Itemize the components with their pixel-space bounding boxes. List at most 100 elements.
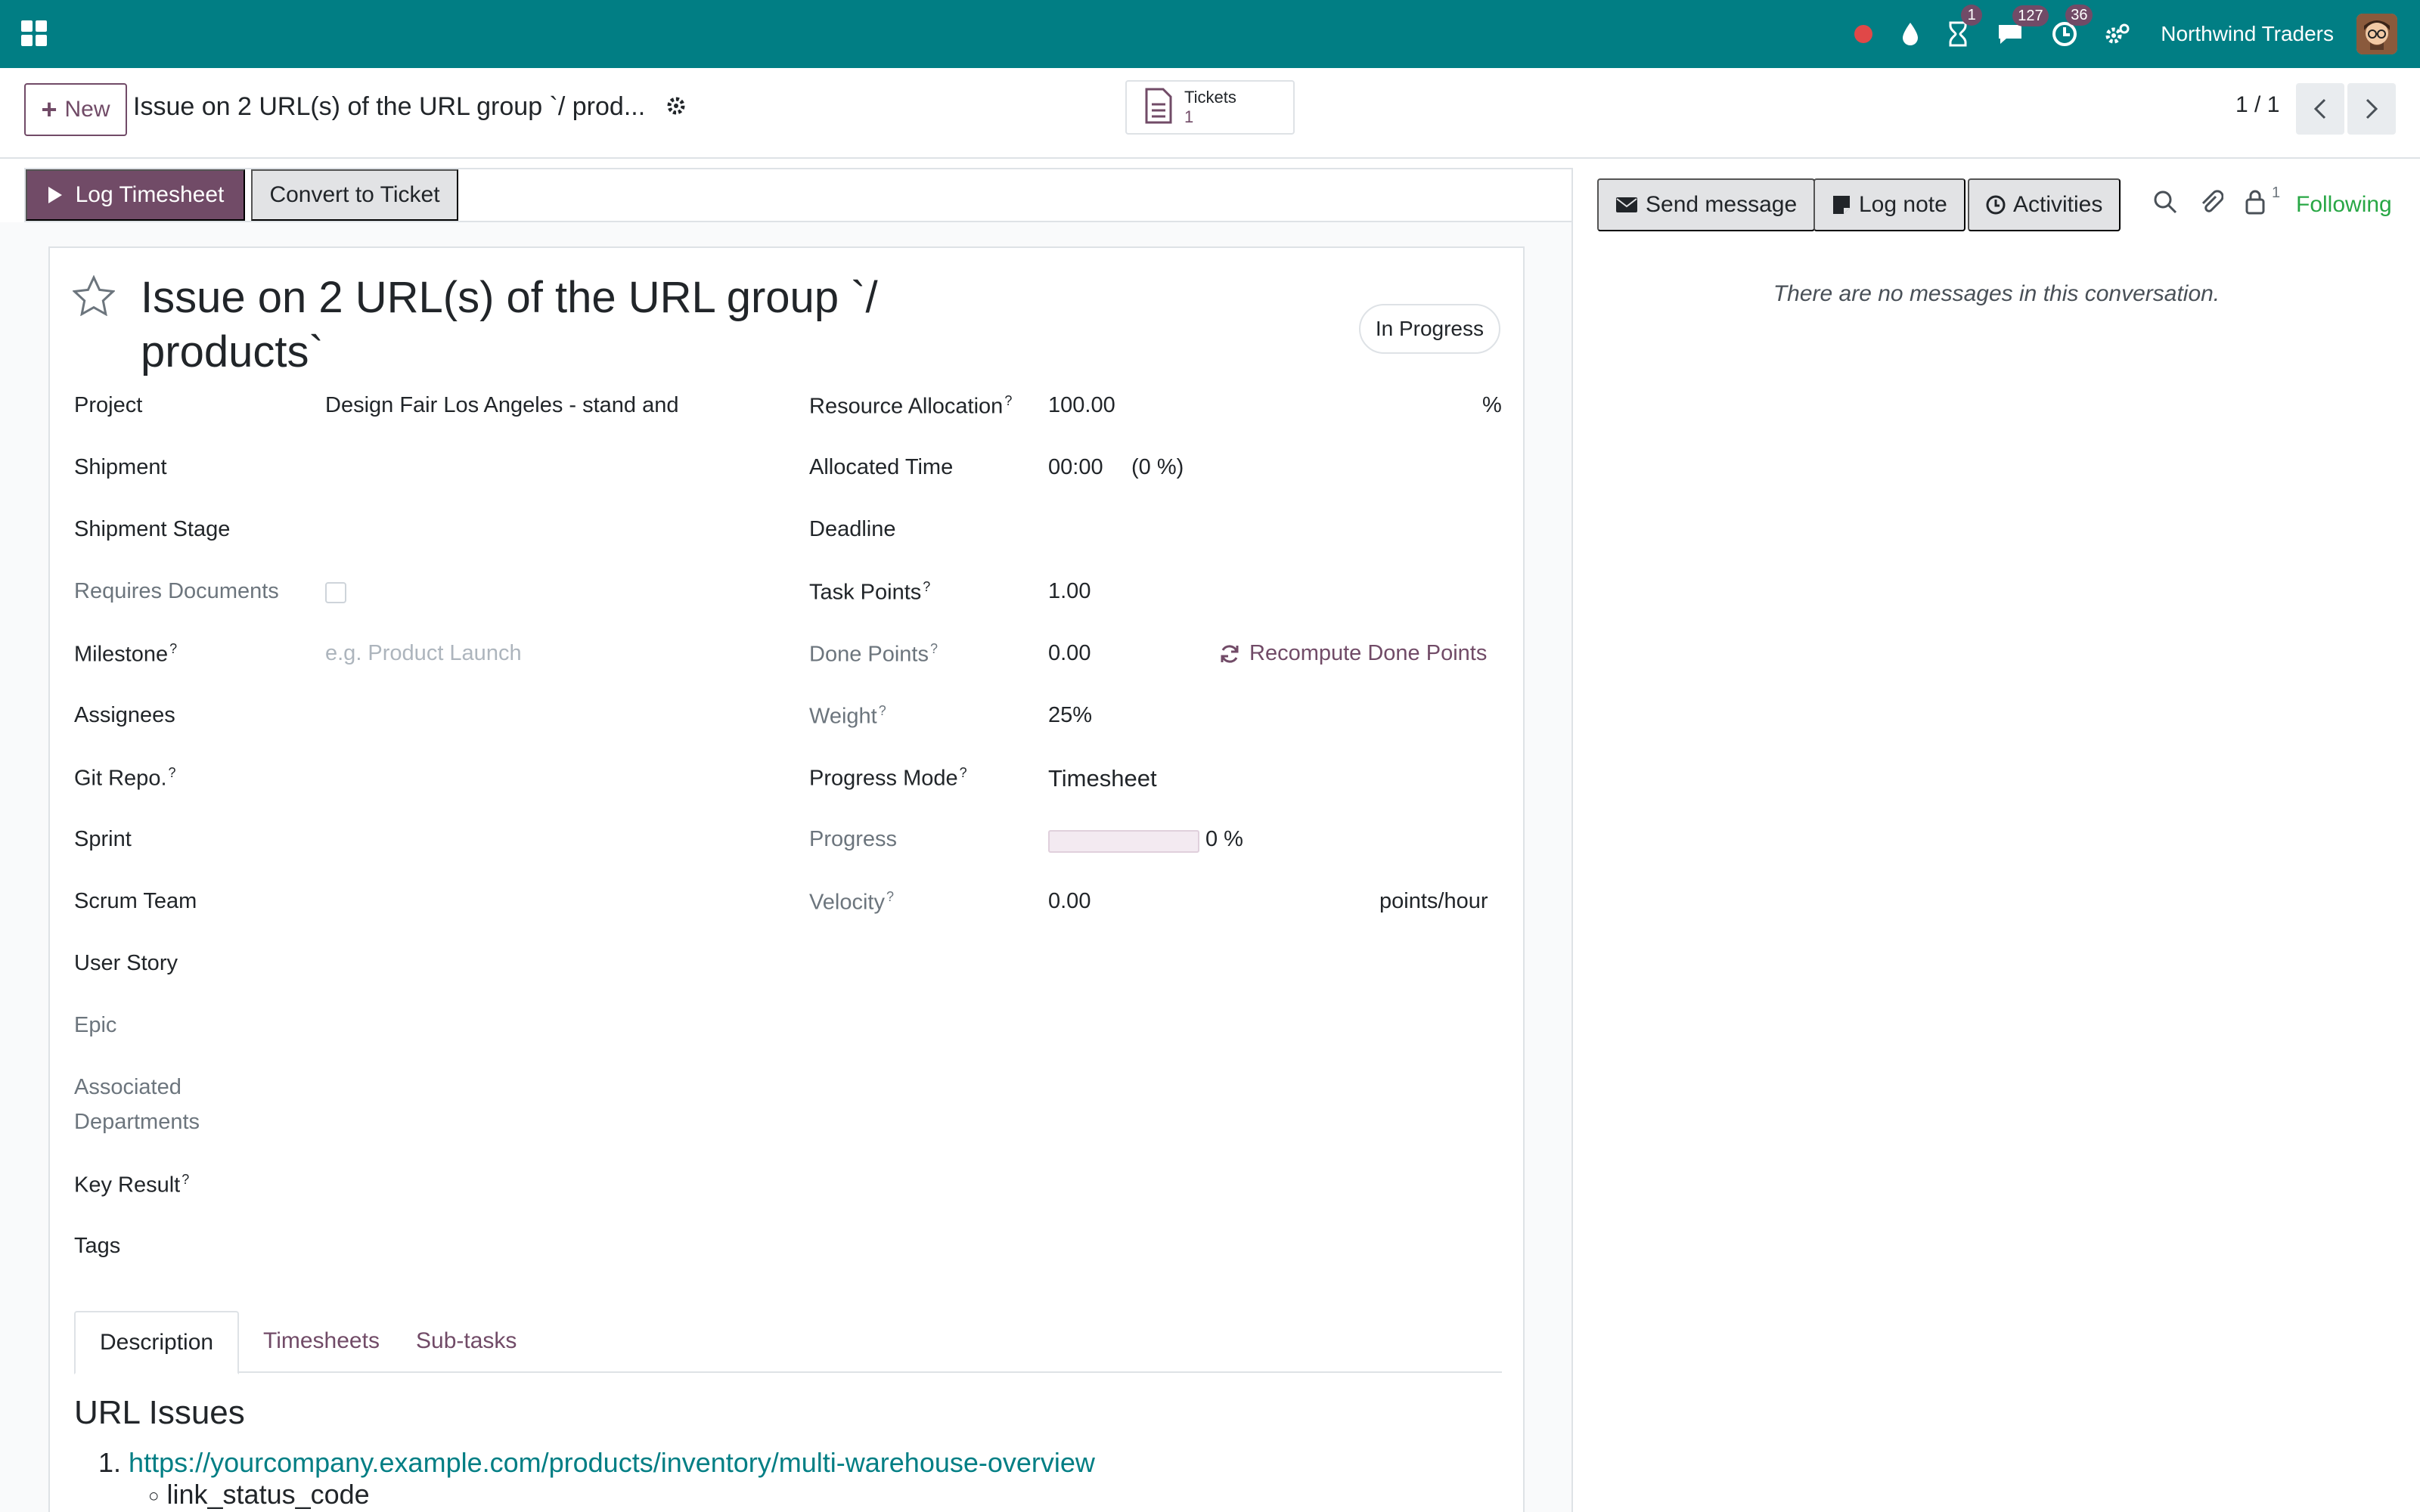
- progress-mode-select[interactable]: Timesheet: [1048, 765, 1157, 792]
- help-marker[interactable]: ?: [1004, 393, 1012, 408]
- chevron-right-icon: [2366, 98, 2378, 119]
- associated-departments-label-2: Departments: [74, 1110, 200, 1134]
- hourglass-icon[interactable]: 1: [1947, 5, 1983, 47]
- play-icon: [48, 187, 62, 203]
- no-messages-text: There are no messages in this conversati…: [1773, 281, 2220, 306]
- recompute-done-points-button[interactable]: Recompute Done Points: [1219, 641, 1487, 666]
- following-button[interactable]: Following: [2296, 192, 2392, 218]
- activity-badge: 1: [1961, 5, 1983, 26]
- shipment-stage-label: Shipment Stage: [74, 517, 231, 541]
- pager-previous-button[interactable]: [2296, 83, 2344, 135]
- activities-label: Activities: [2013, 192, 2103, 217]
- convert-to-ticket-label: Convert to Ticket: [269, 182, 440, 207]
- description-heading: URL Issues: [74, 1394, 245, 1431]
- paperclip-icon[interactable]: [2199, 189, 2224, 218]
- scrum-team-label: Scrum Team: [74, 889, 197, 913]
- drop-icon[interactable]: [1900, 21, 1920, 47]
- milestone-input[interactable]: e.g. Product Launch: [325, 641, 522, 666]
- requires-documents-checkbox[interactable]: [325, 582, 346, 603]
- list-item-number: 1.: [98, 1447, 122, 1478]
- send-message-button[interactable]: Send message: [1597, 178, 1816, 231]
- log-timesheet-button[interactable]: Log Timesheet: [26, 169, 245, 221]
- document-icon: [1143, 88, 1174, 128]
- progress-bar: [1048, 830, 1199, 853]
- git-repo-label: Git Repo.?: [74, 765, 176, 791]
- refresh-icon: [1221, 644, 1239, 663]
- velocity-value: 0.00: [1048, 889, 1091, 913]
- tags-label: Tags: [74, 1234, 121, 1258]
- convert-to-ticket-button[interactable]: Convert to Ticket: [251, 169, 458, 221]
- record-title[interactable]: Issue on 2 URL(s) of the URL group `/ pr…: [141, 271, 957, 380]
- help-marker[interactable]: ?: [169, 641, 177, 656]
- tab-description[interactable]: Description: [74, 1311, 240, 1374]
- sprint-label: Sprint: [74, 827, 132, 851]
- send-message-label: Send message: [1646, 192, 1798, 217]
- top-navbar: 1 127 36 Northwind Traders: [0, 0, 2420, 68]
- task-points-field[interactable]: 1.00: [1048, 579, 1091, 604]
- messages-badge: 127: [2012, 5, 2049, 26]
- help-marker[interactable]: ?: [182, 1172, 189, 1187]
- help-marker[interactable]: ?: [930, 641, 938, 656]
- plus-icon: +: [41, 94, 57, 125]
- breadcrumb-title: Issue on 2 URL(s) of the URL group `/ pr…: [133, 92, 646, 121]
- envelope-icon: [1616, 197, 1637, 212]
- help-marker[interactable]: ?: [169, 765, 176, 780]
- tab-timesheets[interactable]: Timesheets: [239, 1311, 404, 1373]
- user-avatar[interactable]: [2356, 14, 2397, 54]
- help-marker[interactable]: ?: [886, 889, 894, 904]
- apps-grid-icon[interactable]: [21, 20, 48, 48]
- record-status-icon[interactable]: [1854, 24, 1873, 44]
- resource-allocation-unit: %: [1482, 393, 1502, 417]
- velocity-label: Velocity?: [809, 889, 894, 915]
- tab-subtasks[interactable]: Sub-tasks: [392, 1311, 541, 1373]
- chevron-left-icon: [2313, 98, 2326, 119]
- messages-icon[interactable]: 127: [1996, 5, 2049, 46]
- company-name[interactable]: Northwind Traders: [2161, 22, 2334, 46]
- lock-icon[interactable]: [2245, 189, 2266, 218]
- recompute-label: Recompute Done Points: [1249, 641, 1488, 665]
- notebook-tabs: Description Timesheets Sub-tasks: [74, 1311, 1502, 1374]
- project-field[interactable]: Design Fair Los Angeles - stand and: [325, 393, 734, 418]
- help-marker[interactable]: ?: [923, 579, 930, 594]
- description-url-link[interactable]: https://yourcompany.example.com/products…: [129, 1447, 1095, 1478]
- smart-button-label: Tickets: [1184, 88, 1236, 107]
- star-icon[interactable]: [72, 274, 116, 320]
- search-icon[interactable]: [2152, 189, 2178, 218]
- description-sub-item: ○ link_status_code: [148, 1479, 370, 1510]
- resource-allocation-label: Resource Allocation?: [809, 393, 1013, 419]
- follower-count: 1: [2272, 184, 2281, 201]
- log-note-button[interactable]: Log note: [1813, 178, 1965, 231]
- user-story-label: User Story: [74, 951, 178, 975]
- progress-label: Progress: [809, 827, 898, 851]
- help-marker[interactable]: ?: [960, 765, 967, 780]
- control-panel: + New Issue on 2 URL(s) of the URL group…: [0, 68, 2420, 159]
- settings-gears-icon[interactable]: [2105, 23, 2130, 45]
- stage-badge[interactable]: In Progress: [1358, 304, 1500, 354]
- associated-departments-label-1: Associated: [74, 1075, 182, 1099]
- log-note-label: Log note: [1859, 192, 1947, 217]
- pager-value[interactable]: 1 / 1: [2235, 92, 2279, 118]
- tickets-smart-button[interactable]: Tickets 1: [1125, 80, 1295, 135]
- smart-button-count: 1: [1184, 107, 1194, 126]
- velocity-unit: points/hour: [1379, 889, 1488, 913]
- weight-value: 25%: [1048, 703, 1093, 727]
- allocated-time-field[interactable]: 00:00: [1048, 455, 1103, 480]
- form-sheet: Issue on 2 URL(s) of the URL group `/ pr…: [48, 246, 1525, 1512]
- weight-label: Weight?: [809, 703, 886, 729]
- activities-button[interactable]: Activities: [1968, 178, 2121, 231]
- project-label: Project: [74, 393, 143, 417]
- milestone-label: Milestone?: [74, 641, 178, 667]
- requires-documents-label: Requires Documents: [74, 579, 279, 603]
- progress-value: 0 %: [1205, 827, 1243, 851]
- done-points-label: Done Points?: [809, 641, 939, 667]
- done-points-value: 0.00: [1048, 641, 1091, 665]
- allocated-time-label: Allocated Time: [809, 455, 954, 479]
- help-marker[interactable]: ?: [879, 703, 886, 718]
- key-result-label: Key Result?: [74, 1172, 190, 1198]
- resource-allocation-field[interactable]: 100.00: [1048, 393, 1115, 418]
- bullet-icon: ○: [148, 1486, 160, 1507]
- new-button[interactable]: + New: [24, 83, 127, 136]
- gear-icon[interactable]: [666, 95, 687, 120]
- clock-icon[interactable]: 36: [2052, 5, 2093, 47]
- pager-next-button[interactable]: [2347, 83, 2396, 135]
